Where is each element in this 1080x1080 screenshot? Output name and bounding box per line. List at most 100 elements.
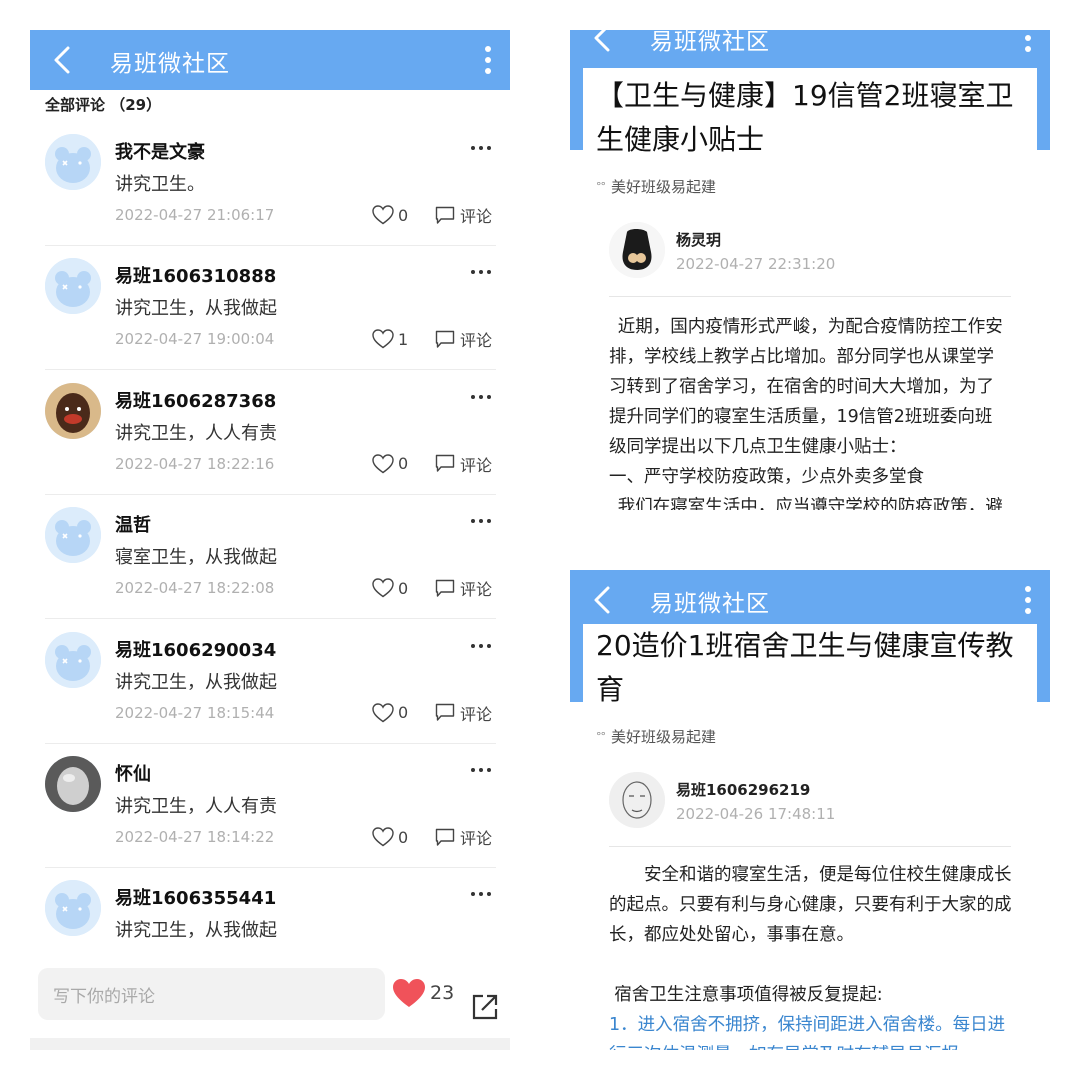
app-title: 易班微社区: [650, 591, 770, 617]
article-card: 20造价1班宿舍卫生与健康宣传教育 °° 美好班级易起建 易班160629621…: [583, 624, 1037, 1050]
like-count: 0: [398, 578, 409, 598]
reply-button[interactable]: 评论: [435, 204, 492, 226]
comment-item[interactable]: 怀仙讲究卫生，人人有责 2022-04-27 18:14:22 0 评论: [30, 744, 510, 868]
comment-item[interactable]: 易班1606310888 讲究卫生，从我做起 2022-04-27 19:00:04…: [30, 246, 510, 371]
comment-author[interactable]: 易班1606290034: [115, 636, 276, 662]
more-vert-icon[interactable]: [1020, 584, 1036, 616]
comment-time: 2022-04-27 18:15:44: [115, 703, 275, 722]
body-paragraph: 宿舍卫生注意事项值得被反复提起:: [614, 985, 883, 1005]
user-avatar[interactable]: [45, 631, 101, 688]
article-title: 【卫生与健康】19信管2班寝室卫生健康小贴士: [596, 79, 1014, 156]
comment-time: 2022-04-27 21:06:17: [115, 206, 275, 224]
bottom-strip: [30, 1038, 510, 1050]
more-horiz-icon[interactable]: [468, 513, 494, 529]
reply-button[interactable]: 评论: [435, 453, 492, 475]
author-avatar-image: [609, 772, 665, 828]
article-body: 安全和谐的寝室生活，便是每位住校生健康成长的起点。只要有利与身心健康，只要有利于…: [609, 860, 1013, 1050]
body-link-paragraph[interactable]: 1．进入宿舍不拥挤，保持间距进入宿舍楼。每日进行三次体温测量，如有异常及时在辅导…: [609, 1010, 1013, 1050]
app-title: 易班微社区: [650, 30, 770, 55]
article-screen-bottom: 易班微社区 20造价1班宿舍卫生与健康宣传教育 °° 美好班级易起建 易班160…: [570, 570, 1050, 1050]
more-vert-icon[interactable]: [1020, 30, 1036, 54]
comment-item[interactable]: 温哲 寝室卫生，从我做起 2022-04-27 18:22:08 0 评论: [30, 495, 510, 620]
post-time: 2022-04-27 22:31:20: [676, 255, 836, 273]
heart-outline-icon: [372, 205, 394, 225]
more-horiz-icon[interactable]: [468, 140, 494, 156]
like-button[interactable]: 0: [372, 453, 408, 475]
like-button[interactable]: 0: [372, 204, 408, 226]
heart-outline-icon: [372, 454, 394, 474]
author-name: 易班1606296219: [676, 781, 811, 799]
author-name: 杨灵玥: [676, 231, 722, 249]
heart-icon[interactable]: [392, 978, 426, 1008]
app-bar: 易班微社区: [30, 30, 510, 90]
comment-time: 2022-04-27 18:14:22: [115, 828, 275, 846]
comment-author[interactable]: 易班1606287368: [115, 387, 276, 413]
author-avatar[interactable]: [609, 222, 665, 278]
like-count: 0: [398, 454, 409, 474]
reply-label: 评论: [460, 580, 493, 600]
reply-button[interactable]: 评论: [435, 577, 492, 599]
article-body: 近期，国内疫情形式严峻，为配合疫情防控工作安排，学校线上教学占比增加。部分同学也…: [609, 312, 1009, 510]
heart-outline-icon: [372, 578, 394, 598]
divider: [609, 846, 1011, 847]
more-horiz-icon[interactable]: [468, 389, 494, 405]
more-horiz-icon[interactable]: [468, 638, 494, 654]
reply-button[interactable]: 评论: [435, 328, 492, 350]
comment-author[interactable]: 怀仙: [115, 760, 151, 786]
comment-author[interactable]: 易班1606355441: [115, 884, 276, 910]
user-avatar[interactable]: [45, 134, 101, 190]
comment-time: 2022-04-27 18:22:08: [115, 579, 275, 598]
comment-item[interactable]: 易班1606290034 讲究卫生，从我做起 2022-04-27 18:15:44…: [30, 620, 510, 744]
more-horiz-icon[interactable]: [468, 264, 494, 280]
category-icon: °°: [596, 180, 606, 193]
app-bar: 易班微社区: [570, 30, 1050, 68]
like-button[interactable]: 0: [372, 826, 408, 848]
author-avatar-image: [609, 222, 665, 278]
comment-author[interactable]: 我不是文豪: [115, 138, 205, 164]
comment-author[interactable]: 易班1606310888: [115, 262, 276, 288]
comment-text: 讲究卫生，从我做起: [115, 920, 277, 942]
heart-outline-icon: [372, 329, 394, 349]
comment-text: 讲究卫生，从我做起: [115, 671, 277, 693]
comment-icon: [435, 579, 455, 597]
user-avatar[interactable]: [45, 880, 101, 937]
like-button[interactable]: 0: [372, 702, 408, 724]
comment-text: 讲究卫生，从我做起: [115, 298, 277, 320]
like-button[interactable]: 0: [372, 577, 408, 599]
category-label: 美好班级易起建: [611, 728, 717, 746]
back-arrow-icon[interactable]: [48, 44, 80, 76]
article-category[interactable]: °° 美好班级易起建: [596, 726, 716, 747]
app-bar: 易班微社区: [570, 570, 1050, 630]
user-avatar[interactable]: [45, 258, 101, 315]
user-avatar[interactable]: [45, 756, 101, 812]
divider: [609, 296, 1011, 297]
reply-label: 评论: [460, 704, 493, 724]
reply-label: 评论: [460, 455, 493, 475]
comment-item[interactable]: 我不是文豪讲究卫生。 2022-04-27 21:06:17 0 评论: [30, 122, 510, 246]
article-category[interactable]: °° 美好班级易起建: [596, 176, 716, 197]
more-vert-icon[interactable]: [480, 44, 496, 76]
back-arrow-icon[interactable]: [588, 30, 620, 54]
like-button[interactable]: 1: [372, 328, 408, 350]
reply-button[interactable]: 评论: [435, 826, 492, 848]
author-avatar[interactable]: [609, 772, 665, 828]
comment-input[interactable]: 写下你的评论: [38, 968, 385, 1020]
more-horiz-icon[interactable]: [468, 886, 494, 902]
more-horiz-icon[interactable]: [468, 762, 494, 778]
share-icon[interactable]: [470, 992, 500, 1022]
reply-label: 评论: [460, 331, 493, 351]
body-paragraph: 我们在寝室生活中，应当遵守学校的防疫政策，避: [617, 497, 1003, 510]
comment-icon: [435, 455, 455, 472]
body-paragraph: 近期，国内疫情形式严峻，为配合疫情防控工作安排，学校线上教学占比增加。部分同学也…: [609, 317, 1003, 457]
back-arrow-icon[interactable]: [588, 584, 620, 616]
comment-author[interactable]: 温哲: [115, 511, 151, 537]
comment-text: 讲究卫生，人人有责: [115, 796, 277, 817]
user-avatar[interactable]: [45, 382, 101, 439]
user-avatar[interactable]: [45, 507, 101, 564]
comment-text: 讲究卫生，人人有责: [115, 422, 277, 444]
reply-button[interactable]: 评论: [435, 702, 492, 724]
comment-text: 讲究卫生。: [115, 174, 205, 195]
comment-item[interactable]: 易班1606287368 讲究卫生，人人有责 2022-04-27 18:22:16…: [30, 371, 510, 495]
comments-screen: 易班微社区 全部评论 （29） 我不是文豪 讲究卫生。 2022-04-27 21:…: [30, 30, 510, 1050]
